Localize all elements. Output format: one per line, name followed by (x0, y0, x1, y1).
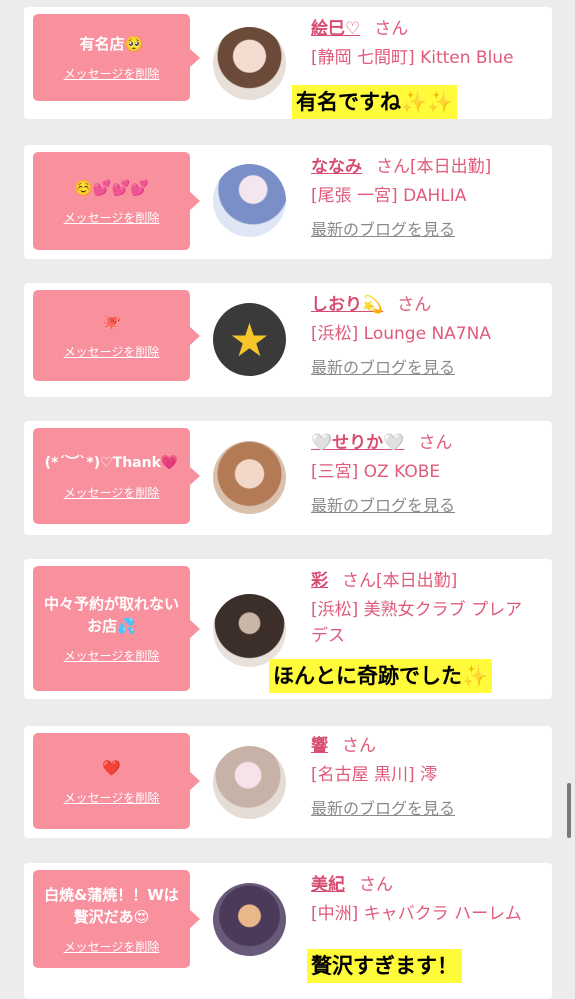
honorific: さん (342, 571, 376, 591)
shop-label: [三宮] OZ KOBE (311, 462, 441, 482)
avatar[interactable] (213, 441, 286, 514)
honorific: さん (397, 295, 432, 315)
honorific: さん (376, 157, 410, 177)
favorite-card: 有名店🥺 メッセージを削除 絵巳♡ さん [静岡 七間町] Kitten Blue… (24, 7, 552, 119)
cast-name-link[interactable]: 響 (311, 736, 328, 756)
favorite-card: ❤️ メッセージを削除 響さん [名古屋 黒川] 澪 最新のブログを見る (24, 726, 552, 838)
message-bubble: (*´︶`*)♡Thank💗 メッセージを削除 (33, 428, 200, 524)
work-status: [本日出勤] (376, 571, 458, 591)
highlight-comment: ほんとに奇跡でした✨ (269, 659, 493, 693)
favorite-card: 中々予約が取れないお店💦 メッセージを削除 彩さん[本日出勤] [浜松] 美熟女… (24, 559, 552, 699)
scrollbar[interactable] (567, 783, 571, 838)
avatar[interactable] (213, 883, 286, 956)
cast-name-link[interactable]: 🤍せりか🤍 (311, 433, 404, 453)
honorific: さん (342, 736, 376, 756)
avatar[interactable] (213, 164, 286, 237)
favorite-card: (*´︶`*)♡Thank💗 メッセージを削除 🤍せりか🤍 さん [三宮] OZ … (24, 421, 552, 535)
cast-name-link[interactable]: 美紀 (311, 875, 345, 895)
work-status: [本日出勤] (410, 157, 492, 177)
highlight-comment: 有名ですね✨✨ (292, 85, 458, 119)
delete-message-link[interactable]: メッセージを削除 (64, 647, 160, 664)
message-bubble: 中々予約が取れないお店💦 メッセージを削除 (33, 566, 200, 691)
avatar[interactable] (213, 27, 286, 100)
favorite-card: 白焼&蒲焼！！Wは贅沢だあ😍 メッセージを削除 美紀 さん [中洲] キャバクラ … (24, 863, 552, 999)
honorific: さん (418, 433, 453, 453)
avatar[interactable]: ★ (213, 303, 286, 376)
honorific: さん (374, 19, 409, 39)
latest-blog-link[interactable]: 最新のブログを見る (311, 357, 455, 379)
favorite-card: ☺️💕💕💕 メッセージを削除 ななみ さん[本日出勤] [尾張 一宮] DAHLI… (24, 145, 552, 259)
message-text: 有名店🥺 (79, 35, 144, 53)
delete-message-link[interactable]: メッセージを削除 (64, 343, 160, 360)
latest-blog-link[interactable]: 最新のブログを見る (311, 495, 455, 517)
avatar[interactable] (213, 746, 286, 819)
delete-message-link[interactable]: メッセージを削除 (64, 789, 160, 806)
shop-label: [中洲] キャバクラ ハーレム (311, 904, 522, 924)
message-bubble: 🐙 メッセージを削除 (33, 290, 200, 381)
message-text: (*´︶`*)♡Thank💗 (44, 454, 179, 471)
message-text: 白焼&蒲焼！！Wは贅沢だあ😍 (44, 885, 179, 926)
latest-blog-link[interactable]: 最新のブログを見る (311, 798, 455, 820)
message-text: 中々予約が取れないお店💦 (43, 595, 179, 635)
shop-label: [静岡 七間町] Kitten Blue (311, 48, 514, 68)
message-bubble: ☺️💕💕💕 メッセージを削除 (33, 152, 200, 250)
cast-name-link[interactable]: ななみ (311, 157, 362, 177)
latest-blog-link[interactable]: 最新のブログを見る (311, 219, 455, 241)
cast-name-link[interactable]: しおり💫 (311, 295, 383, 315)
message-bubble: ❤️ メッセージを削除 (33, 733, 200, 829)
shop-label: [尾張 一宮] DAHLIA (311, 186, 467, 206)
cast-name-link[interactable]: 彩 (311, 571, 328, 591)
delete-message-link[interactable]: メッセージを削除 (64, 65, 160, 82)
message-text: ☺️💕💕💕 (74, 178, 149, 197)
cast-name-link[interactable]: 絵巳♡ (311, 19, 360, 39)
message-text: 🐙 (102, 313, 121, 331)
shop-label: [浜松] Lounge NA7NA (311, 324, 491, 344)
avatar[interactable] (213, 594, 286, 667)
shop-label: [名古屋 黒川] 澪 (311, 765, 438, 785)
message-bubble: 有名店🥺 メッセージを削除 (33, 14, 200, 101)
delete-message-link[interactable]: メッセージを削除 (64, 938, 160, 955)
delete-message-link[interactable]: メッセージを削除 (64, 484, 160, 501)
shop-label: [浜松] 美熟女クラブ プレアデス (311, 600, 523, 646)
honorific: さん (359, 875, 393, 895)
star-icon: ★ (228, 312, 271, 367)
delete-message-link[interactable]: メッセージを削除 (64, 209, 160, 226)
message-bubble: 白焼&蒲焼！！Wは贅沢だあ😍 メッセージを削除 (33, 870, 200, 968)
favorite-card: 🐙 メッセージを削除 ★ しおり💫 さん [浜松] Lounge NA7NA 最新… (24, 283, 552, 397)
highlight-comment: 贅沢すぎます！ (307, 949, 462, 983)
message-text: ❤️ (102, 758, 121, 777)
